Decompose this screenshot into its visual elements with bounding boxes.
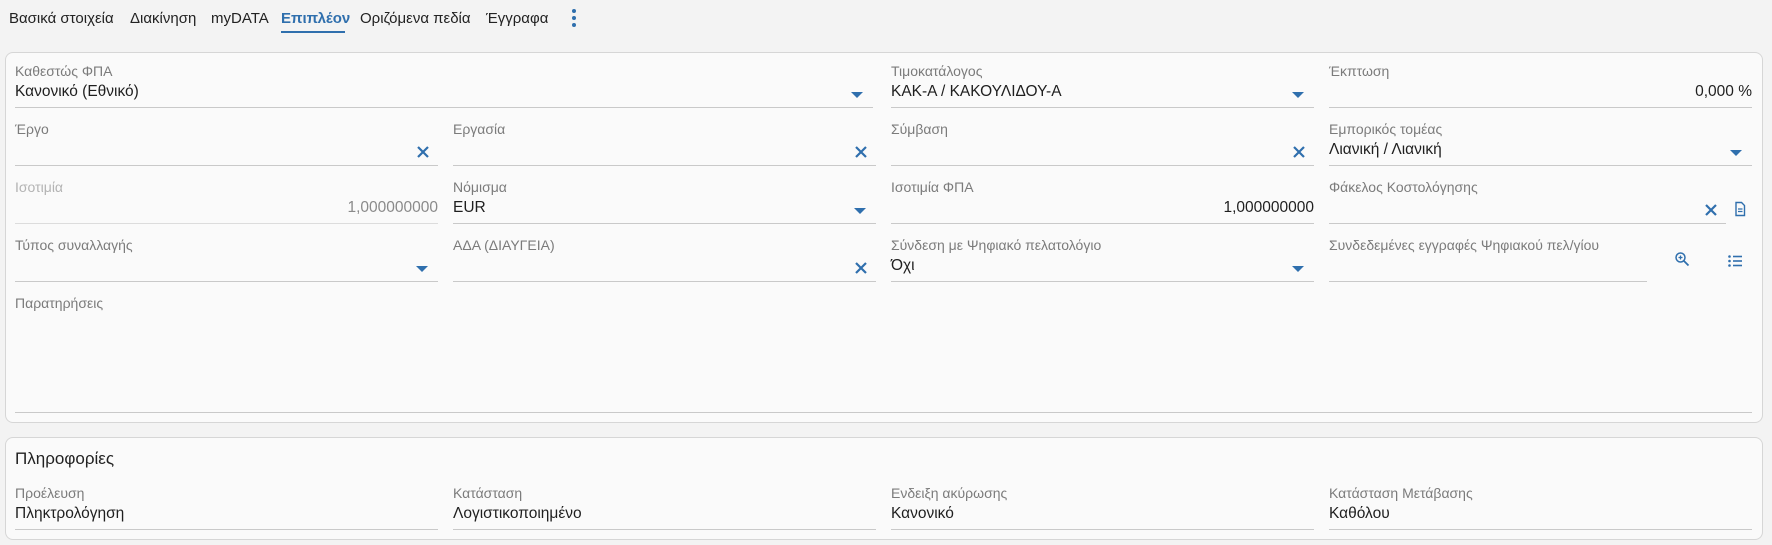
tab-documents[interactable]: Έγγραφα [486, 10, 548, 27]
tab-bar: Βασικά στοιχεία Διακίνηση myDATA Επιπλέο… [0, 0, 1772, 40]
info-section-title: Πληροφορίες [15, 449, 115, 468]
chevron-down-icon[interactable] [1730, 150, 1742, 156]
clear-icon[interactable] [1292, 145, 1306, 159]
field-label: Φάκελος Κοστολόγησης [1329, 179, 1478, 195]
field-value: 1,000000000 [1223, 199, 1314, 216]
field-label: Έργο [15, 121, 49, 137]
field-label: Εργασία [453, 121, 506, 137]
notes-textarea[interactable] [15, 302, 1752, 413]
currency-field[interactable]: Νόμισμα EUR [453, 179, 876, 225]
tab-basic-info[interactable]: Βασικά στοιχεία [9, 10, 114, 27]
status-field: Κατάσταση Λογιστικοποιημένο [453, 485, 876, 531]
discount-field[interactable]: Έκπτωση 0,000 % [1329, 63, 1752, 109]
transfer-status-field: Κατάσταση Μετάβασης Καθόλου [1329, 485, 1752, 531]
tab-mydata[interactable]: myDATA [211, 10, 269, 27]
clear-icon[interactable] [854, 261, 868, 275]
field-label: Ισοτιμία ΦΠΑ [891, 179, 974, 195]
field-label: Κατάσταση Μετάβασης [1329, 485, 1473, 501]
ada-field[interactable]: ΑΔΑ (ΔΙΑΥΓΕΙΑ) [453, 237, 876, 283]
field-label: Ενδειξη ακύρωσης [891, 485, 1008, 501]
active-tab-indicator [281, 31, 345, 33]
origin-field: Προέλευση Πληκτρολόγηση [15, 485, 438, 531]
business-sector-field[interactable]: Εμπορικός τομέας Λιανική / Λιανική [1329, 121, 1752, 167]
field-value: EUR [453, 199, 486, 216]
linked-records-field[interactable]: Συνδεδεμένες εγγραφές Ψηφιακού πελ/γίου [1329, 237, 1647, 283]
field-label: Κατάσταση [453, 485, 523, 501]
clear-icon[interactable] [854, 145, 868, 159]
tab-custom-fields[interactable]: Οριζόμενα πεδία [360, 10, 471, 27]
field-label: Συνδεδεμένες εγγραφές Ψηφιακού πελ/γίου [1329, 237, 1600, 253]
chevron-down-icon[interactable] [1292, 92, 1304, 98]
list-icon[interactable] [1727, 253, 1743, 269]
price-list-field[interactable]: Τιμοκατάλογος ΚΑΚ-Α / ΚΑΚΟΥΛΙΔΟΥ-Α [891, 63, 1314, 109]
vat-status-field[interactable]: Καθεστώς ΦΠΑ Κανονικό (Εθνικό) [15, 63, 873, 109]
field-label: Έκπτωση [1329, 63, 1390, 79]
field-value: Κανονικό [891, 505, 954, 522]
field-value: Λογιστικοποιημένο [453, 505, 582, 522]
clear-icon[interactable] [1704, 203, 1718, 217]
chevron-down-icon[interactable] [851, 92, 863, 98]
field-label: Ισοτιμία [15, 179, 64, 195]
field-value: 1,000000000 [347, 199, 438, 216]
digital-link-field[interactable]: Σύνδεση με Ψηφιακό πελατολόγιο Όχι [891, 237, 1314, 283]
cancel-flag-field: Ενδειξη ακύρωσης Κανονικό [891, 485, 1314, 531]
field-value: Λιανική / Λιανική [1329, 141, 1442, 158]
clear-icon[interactable] [416, 145, 430, 159]
chevron-down-icon[interactable] [416, 266, 428, 272]
tab-extra[interactable]: Επιπλέον [281, 10, 350, 27]
field-label: Σύνδεση με Ψηφιακό πελατολόγιο [891, 237, 1102, 253]
field-label: Τύπος συναλλαγής [15, 237, 133, 253]
task-field[interactable]: Εργασία [453, 121, 876, 167]
field-label: Σύμβαση [891, 121, 948, 137]
transaction-type-field[interactable]: Τύπος συναλλαγής [15, 237, 438, 283]
project-field[interactable]: Έργο [15, 121, 438, 167]
field-value: ΚΑΚ-Α / ΚΑΚΟΥΛΙΔΟΥ-Α [891, 83, 1062, 100]
vat-parity-field[interactable]: Ισοτιμία ΦΠΑ 1,000000000 [891, 179, 1314, 225]
zoom-in-icon[interactable] [1674, 251, 1690, 267]
field-value: Όχι [891, 257, 915, 274]
field-label: Τιμοκατάλογος [891, 63, 983, 79]
field-label: Εμπορικός τομέας [1329, 121, 1443, 137]
contract-field[interactable]: Σύμβαση [891, 121, 1314, 167]
parity-field: Ισοτιμία 1,000000000 [15, 179, 438, 225]
field-label: Καθεστώς ΦΠΑ [15, 63, 113, 79]
field-value: Καθόλου [1329, 505, 1390, 522]
field-value: 0,000 % [1695, 83, 1752, 100]
chevron-down-icon[interactable] [1292, 266, 1304, 272]
document-icon[interactable] [1732, 201, 1748, 217]
chevron-down-icon[interactable] [854, 208, 866, 214]
costing-folder-field[interactable]: Φάκελος Κοστολόγησης [1329, 179, 1726, 225]
field-label: ΑΔΑ (ΔΙΑΥΓΕΙΑ) [453, 237, 555, 253]
more-vertical-icon[interactable] [571, 9, 577, 29]
field-label: Προέλευση [15, 485, 85, 501]
field-value: Κανονικό (Εθνικό) [15, 83, 139, 100]
tab-transport[interactable]: Διακίνηση [130, 10, 196, 27]
field-label: Νόμισμα [453, 179, 507, 195]
field-value: Πληκτρολόγηση [15, 505, 125, 522]
